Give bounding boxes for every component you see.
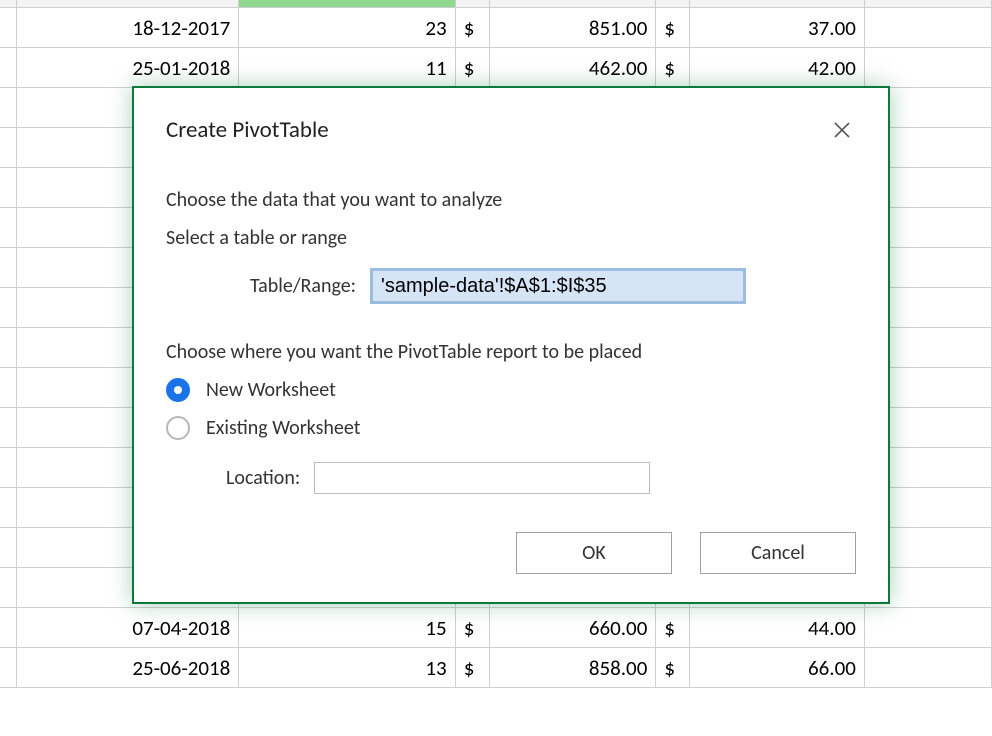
cell[interactable] (865, 648, 992, 687)
table-row[interactable]: 07-04-201815$660.00$44.00 (0, 608, 992, 648)
location-input[interactable] (314, 462, 650, 494)
cell[interactable] (0, 128, 17, 167)
cancel-button[interactable]: Cancel (700, 532, 856, 574)
cell[interactable]: 462.00 (490, 48, 657, 87)
cell[interactable] (0, 488, 17, 527)
radio-new-worksheet[interactable] (166, 378, 190, 402)
column-header-row (0, 0, 992, 8)
placement-section-label: Choose where you want the PivotTable rep… (166, 340, 856, 364)
cell[interactable]: $ (456, 648, 490, 687)
cell[interactable] (865, 608, 992, 647)
cell[interactable] (0, 8, 17, 47)
dialog-title: Create PivotTable (166, 116, 329, 144)
cell[interactable] (0, 88, 17, 127)
cell[interactable]: 660.00 (490, 608, 657, 647)
cell[interactable]: $ (656, 608, 690, 647)
location-label: Location: (226, 466, 300, 490)
cell[interactable] (0, 168, 17, 207)
cell[interactable] (0, 608, 17, 647)
cell[interactable]: 25-06-2018 (17, 648, 239, 687)
close-icon (833, 121, 851, 139)
cell[interactable]: 07-04-2018 (17, 608, 239, 647)
cell[interactable]: $ (656, 8, 690, 47)
close-button[interactable] (828, 116, 856, 144)
cell[interactable] (0, 408, 17, 447)
table-range-input[interactable] (370, 268, 746, 304)
ok-button[interactable]: OK (516, 532, 672, 574)
cell[interactable]: $ (656, 48, 690, 87)
radio-existing-worksheet[interactable] (166, 416, 190, 440)
radio-new-worksheet-label: New Worksheet (206, 378, 336, 402)
cell[interactable] (0, 448, 17, 487)
table-range-label: Table/Range: (250, 274, 356, 298)
cell[interactable]: 13 (239, 648, 455, 687)
cell[interactable]: 851.00 (490, 8, 657, 47)
cell[interactable]: 23 (239, 8, 455, 47)
cell[interactable]: 42.00 (690, 48, 865, 87)
cell[interactable] (0, 328, 17, 367)
table-row[interactable]: 18-12-201723$851.00$37.00 (0, 8, 992, 48)
cell[interactable]: 37.00 (690, 8, 865, 47)
cell[interactable]: 66.00 (690, 648, 865, 687)
cell[interactable] (865, 8, 992, 47)
cell[interactable] (0, 248, 17, 287)
cell[interactable] (0, 568, 17, 607)
cell[interactable]: 858.00 (490, 648, 657, 687)
select-range-label: Select a table or range (166, 226, 856, 250)
cell[interactable] (0, 648, 17, 687)
cell[interactable]: 11 (239, 48, 455, 87)
cell[interactable]: 15 (239, 608, 455, 647)
cell[interactable]: $ (656, 648, 690, 687)
cell[interactable]: $ (456, 608, 490, 647)
cell[interactable] (0, 48, 17, 87)
radio-existing-worksheet-label: Existing Worksheet (206, 416, 360, 440)
analyze-section-label: Choose the data that you want to analyze (166, 188, 856, 212)
table-row[interactable]: 25-06-201813$858.00$66.00 (0, 648, 992, 688)
table-row[interactable]: 25-01-201811$462.00$42.00 (0, 48, 992, 88)
cell[interactable] (0, 208, 17, 247)
cell[interactable]: 25-01-2018 (17, 48, 239, 87)
cell[interactable]: $ (456, 48, 490, 87)
cell[interactable]: 18-12-2017 (17, 8, 239, 47)
cell[interactable] (0, 528, 17, 567)
cell[interactable] (0, 368, 17, 407)
cell[interactable] (0, 288, 17, 327)
create-pivottable-dialog: Create PivotTable Choose the data that y… (132, 86, 890, 604)
cell[interactable]: 44.00 (690, 608, 865, 647)
cell[interactable]: $ (456, 8, 490, 47)
cell[interactable] (865, 48, 992, 87)
